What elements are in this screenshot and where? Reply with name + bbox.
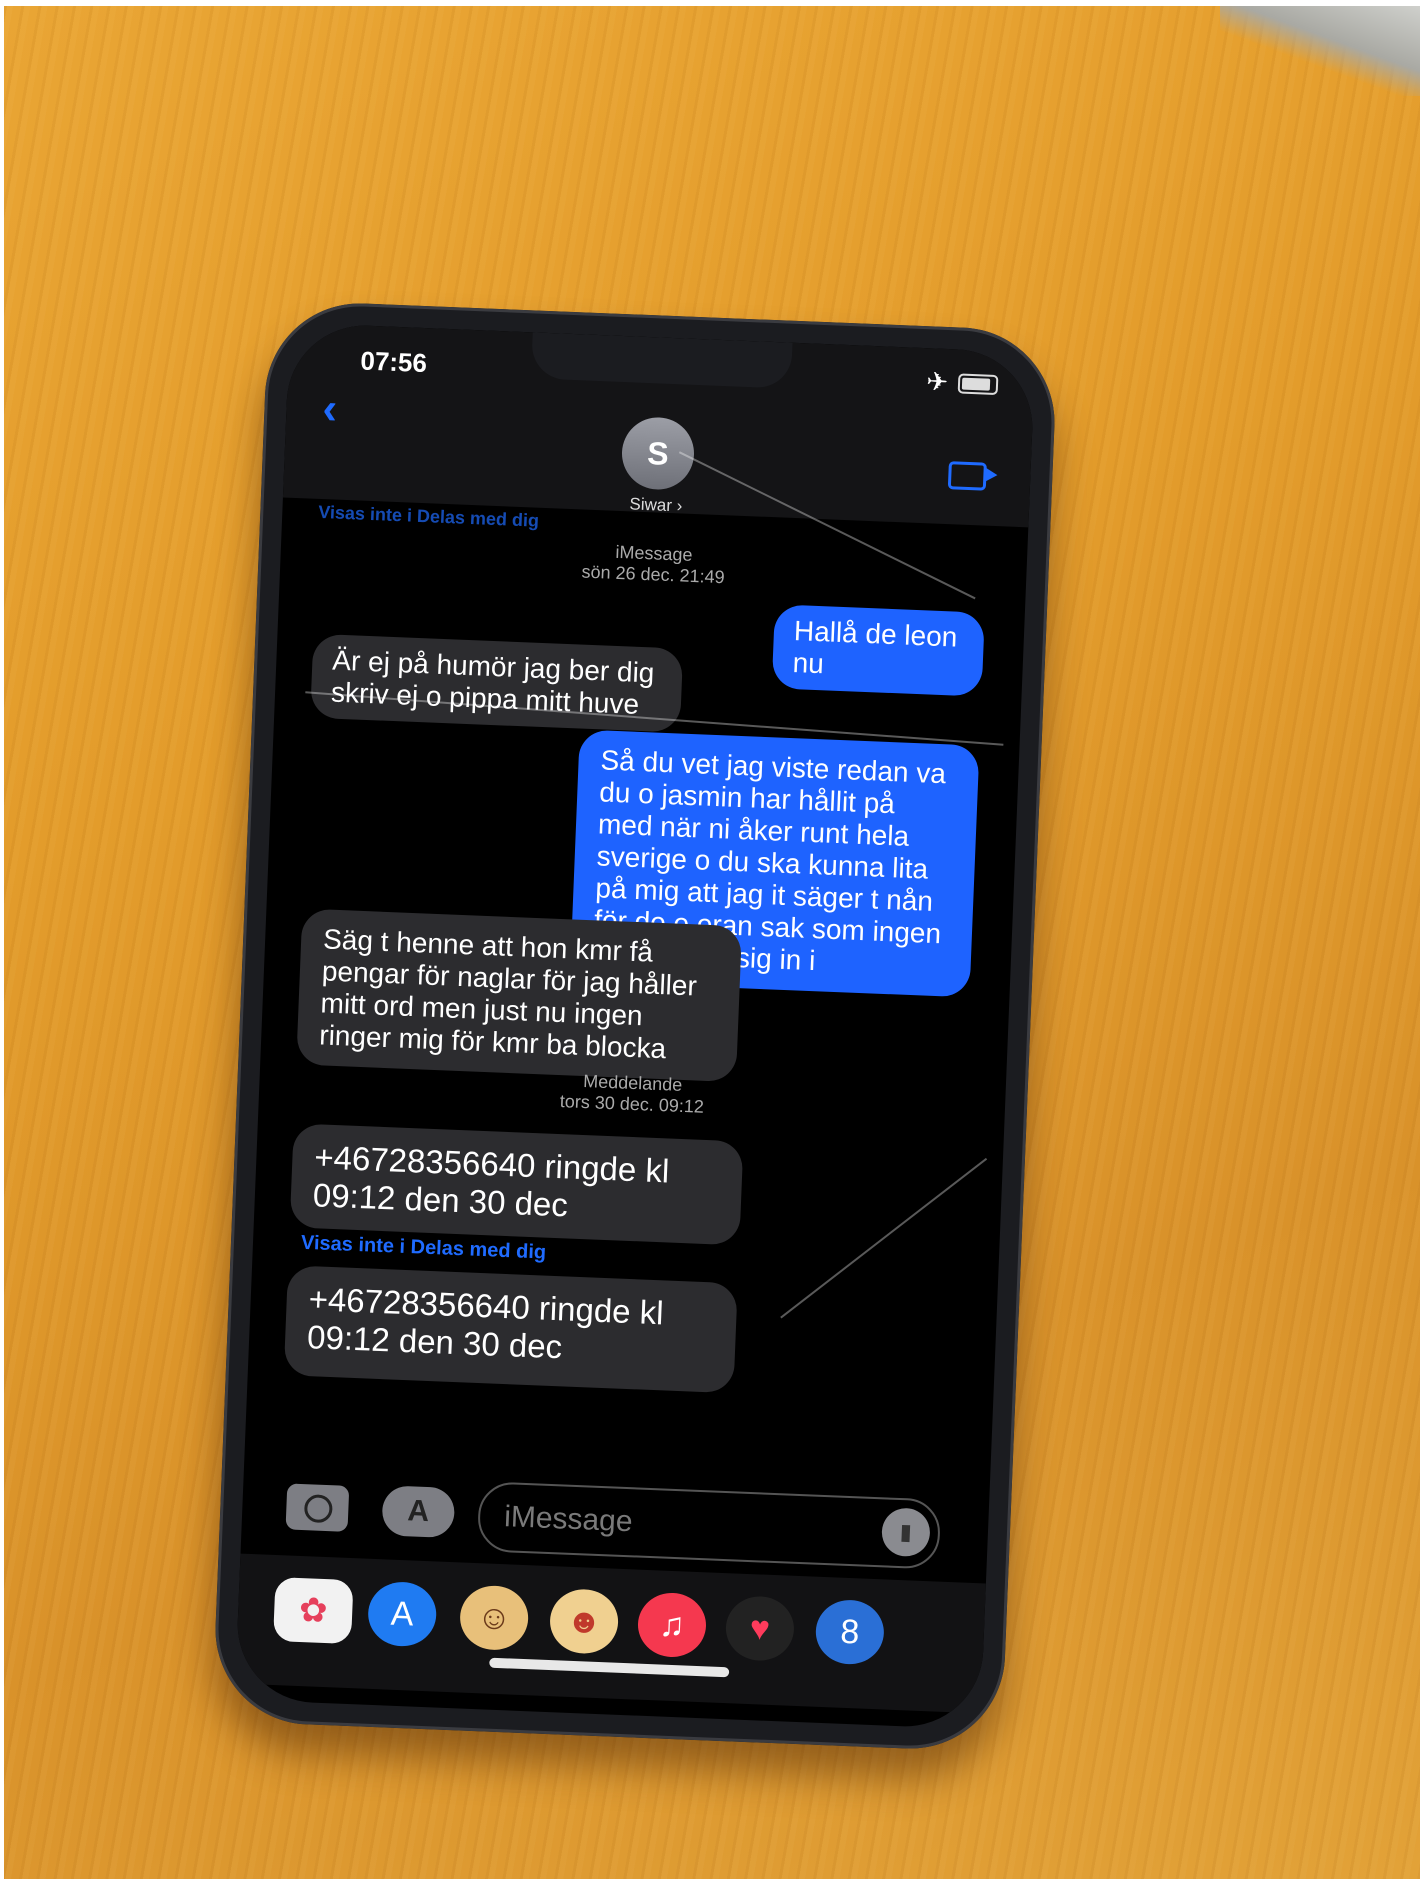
photo-background: 07:56 ✈ ‹ S Siwar › Visas inte i Delas m… xyxy=(4,6,1420,1879)
app-store-icon[interactable]: A xyxy=(366,1580,438,1648)
facetime-video-icon[interactable] xyxy=(947,461,987,491)
phone-screen: 07:56 ✈ ‹ S Siwar › Visas inte i Delas m… xyxy=(234,322,1036,1730)
memoji-icon[interactable]: ☺ xyxy=(458,1584,530,1652)
apps-button[interactable]: A xyxy=(381,1485,456,1539)
photos-icon[interactable]: ✿ xyxy=(273,1577,354,1645)
not-shared-note: Visas inte i Delas med dig xyxy=(300,1231,547,1264)
message-field[interactable]: ▮ xyxy=(476,1481,942,1570)
laptop-corner xyxy=(1220,6,1420,96)
back-chevron-icon[interactable]: ‹ xyxy=(322,384,339,435)
message-incoming[interactable]: Är ej på humör jag ber dig skriv ej o pi… xyxy=(310,633,684,733)
camera-icon[interactable] xyxy=(285,1483,350,1532)
missed-call-message[interactable]: +46728356640 ringde kl 09:12 den 30 dec xyxy=(283,1265,738,1394)
music-icon[interactable]: ♫ xyxy=(636,1591,708,1659)
conversation-header: 07:56 ✈ ‹ S Siwar › xyxy=(282,322,1036,528)
battery-icon xyxy=(957,373,999,396)
screen-crack xyxy=(780,1157,988,1319)
app-drawer: ✿ A ☺ ☻ ♫ ♥ 8 xyxy=(235,1553,986,1714)
missed-call-message[interactable]: +46728356640 ringde kl 09:12 den 30 dec xyxy=(289,1123,744,1246)
home-indicator[interactable] xyxy=(489,1657,730,1678)
message-incoming[interactable]: Säg t henne att hon kmr få pengar för na… xyxy=(296,908,743,1083)
digital-touch-icon[interactable]: ♥ xyxy=(724,1595,796,1662)
memoji-stickers-icon[interactable]: ☻ xyxy=(548,1588,620,1655)
pool-game-icon[interactable]: 8 xyxy=(814,1598,886,1666)
message-outgoing[interactable]: Hallå de leon nu xyxy=(771,604,985,697)
message-input[interactable] xyxy=(501,1494,807,1553)
phone: 07:56 ✈ ‹ S Siwar › Visas inte i Delas m… xyxy=(211,299,1059,1753)
voice-message-icon[interactable]: ▮ xyxy=(880,1507,931,1558)
notch xyxy=(530,332,793,389)
status-time: 07:56 xyxy=(359,345,428,379)
airplane-mode-icon: ✈ xyxy=(925,366,949,398)
